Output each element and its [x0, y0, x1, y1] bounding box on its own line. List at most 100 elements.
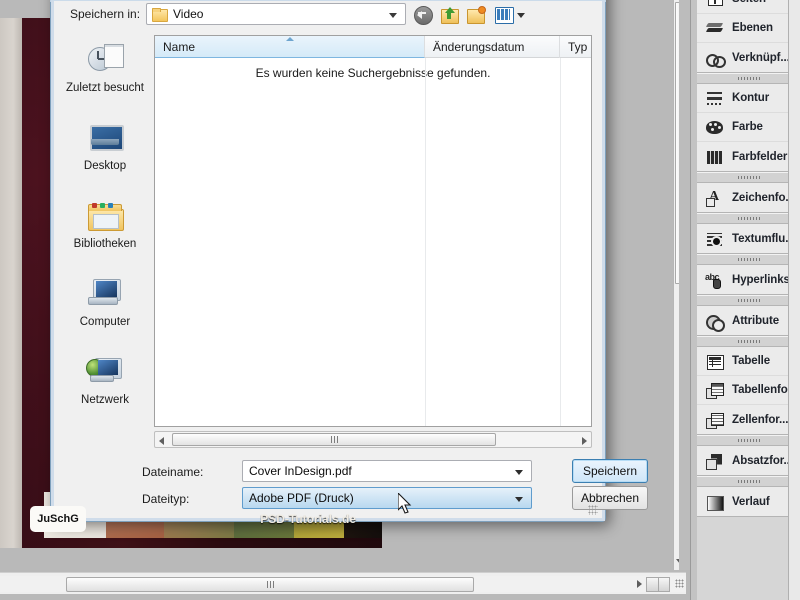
- panel-tab-kontur[interactable]: Kontur: [697, 84, 800, 113]
- panel-group-grip[interactable]: [697, 295, 800, 306]
- table-format-icon: [705, 381, 725, 399]
- panel-tab-zellenfor[interactable]: Zellenfor...: [697, 405, 800, 434]
- panel-group: Hyperlinks: [697, 254, 800, 295]
- filetype-select[interactable]: Adobe PDF (Druck): [242, 487, 532, 509]
- file-list[interactable]: Name Änderungsdatum Typ Es wurden keine …: [154, 35, 592, 427]
- column-header-type[interactable]: Typ: [560, 36, 591, 58]
- dock-vertical-scrollbar[interactable]: [788, 0, 800, 600]
- juschg-rating-badge: JuSchG: [30, 506, 86, 532]
- filename-input[interactable]: Cover InDesign.pdf: [242, 460, 532, 482]
- panel-tab-farbe[interactable]: Farbe: [697, 113, 800, 142]
- panel-tab-label: Attribute: [732, 314, 780, 327]
- panel-group: Verlauf: [697, 476, 800, 517]
- panel-tab-hyperlinks[interactable]: Hyperlinks: [697, 265, 800, 294]
- column-divider-2: [560, 58, 561, 426]
- dialog-body: Speichern in: Video Zuletzt besucht Deskt…: [51, 1, 648, 521]
- column-header-name-label: Name: [163, 40, 196, 54]
- panel-group: Seiten Ebenen Verknüpf...: [697, 0, 800, 73]
- back-icon[interactable]: [412, 4, 434, 25]
- panel-tab-farbfelder[interactable]: Farbfelder: [697, 142, 800, 171]
- save-button[interactable]: Speichern: [572, 459, 648, 483]
- empty-results-message: Es wurden keine Suchergebnisse gefunden.: [255, 66, 491, 80]
- place-item-computer[interactable]: Computer: [62, 269, 148, 347]
- panel-tab-label: Zellenfor...: [732, 413, 789, 426]
- computer-icon: [84, 275, 126, 313]
- cancel-button[interactable]: Abbrechen: [572, 486, 648, 510]
- file-list-hscroll-thumb[interactable]: [172, 433, 496, 446]
- panel-tab-tabelle[interactable]: Tabelle: [697, 347, 800, 376]
- dialog-resize-grip-icon[interactable]: [588, 505, 598, 515]
- panel-tab-label: Absatzfor...: [732, 454, 793, 467]
- filename-label: Dateiname:: [142, 465, 204, 479]
- panel-group-grip[interactable]: [697, 213, 800, 224]
- place-item-bibliotheken[interactable]: Bibliotheken: [62, 191, 148, 269]
- place-item-netzwerk[interactable]: Netzwerk: [62, 347, 148, 425]
- panel-group-grip[interactable]: [697, 476, 800, 487]
- save-as-dialog: Speichern in: Video Zuletzt besucht Deskt…: [50, 0, 648, 522]
- attributes-icon: [705, 312, 725, 332]
- column-header-modified[interactable]: Änderungsdatum: [425, 36, 560, 58]
- look-in-combobox[interactable]: Video: [146, 3, 406, 25]
- text-wrap-icon: [705, 230, 725, 248]
- panel-tab-ebenen[interactable]: Ebenen: [697, 14, 800, 43]
- indesign-workspace: JuSchG PSD-Tutorials.de PSD-TUTORIALS.de…: [0, 0, 800, 600]
- new-folder-icon[interactable]: [466, 4, 488, 25]
- panel-tab-label: Verknüpf...: [732, 51, 790, 64]
- chevron-down-icon[interactable]: [515, 470, 523, 475]
- panel-tab-zeichenfo[interactable]: Zeichenfo...: [697, 183, 800, 212]
- pages-icon: [705, 0, 725, 8]
- file-list-horizontal-scrollbar[interactable]: [154, 431, 592, 448]
- panel-group-grip[interactable]: [697, 435, 800, 446]
- panel-tab-label: Textumflu...: [732, 232, 795, 245]
- panel-tab-label: Verlauf: [732, 495, 770, 508]
- chevron-right-icon[interactable]: [637, 580, 642, 588]
- panel-group-grip[interactable]: [697, 172, 800, 183]
- place-item-label: Computer: [79, 316, 131, 328]
- place-item-label: Bibliotheken: [73, 238, 137, 250]
- panel-dock: Seiten Ebenen Verknüpf... Kontur Farbe Farbfe…: [690, 0, 800, 600]
- panel-group-grip[interactable]: [697, 336, 800, 347]
- sort-ascending-icon: [285, 37, 294, 41]
- cover-brand-text: PSD-Tutorials.de: [260, 512, 356, 526]
- places-bar: Zuletzt besucht Desktop Bibliotheken Comput…: [62, 35, 148, 425]
- panel-tab-absatzfor[interactable]: Absatzfor...: [697, 446, 800, 475]
- panel-tab-label: Hyperlinks: [732, 273, 790, 286]
- place-item-zuletzt-besucht[interactable]: Zuletzt besucht: [62, 35, 148, 113]
- cover-spine: PSD-TUTORIALS.de - InDesign-Training - B…: [0, 18, 22, 548]
- column-header-modified-label: Änderungsdatum: [433, 40, 525, 54]
- panel-tab-tabellenfo[interactable]: Tabellenfo...: [697, 376, 800, 405]
- views-icon[interactable]: [494, 4, 528, 25]
- panel-tab-textumflu[interactable]: Textumflu...: [697, 224, 800, 253]
- layers-icon: [705, 19, 725, 37]
- chevron-down-icon[interactable]: [389, 13, 397, 18]
- chevron-left-icon[interactable]: [159, 437, 164, 445]
- column-divider-1: [425, 58, 426, 426]
- stroke-icon: [705, 89, 725, 107]
- column-header-name[interactable]: Name: [155, 36, 425, 58]
- panel-tab-seiten[interactable]: Seiten: [697, 0, 800, 14]
- canvas-hscroll-thumb[interactable]: [66, 577, 474, 592]
- panel-tab-label: Tabelle: [732, 355, 771, 367]
- chevron-right-icon[interactable]: [582, 437, 587, 445]
- filetype-label: Dateityp:: [142, 492, 190, 506]
- links-icon: [705, 49, 726, 68]
- page-step-buttons[interactable]: [646, 577, 670, 592]
- panel-tab-verlauf[interactable]: Verlauf: [697, 487, 800, 516]
- character-format-icon: [705, 189, 725, 207]
- place-item-desktop[interactable]: Desktop: [62, 113, 148, 191]
- desktop-icon: [84, 119, 126, 157]
- chevron-down-icon[interactable]: [515, 497, 523, 502]
- canvas-horizontal-scrollbar[interactable]: [0, 572, 686, 594]
- panel-group-grip[interactable]: [697, 73, 800, 84]
- panel-tab-label: Zeichenfo...: [732, 191, 795, 204]
- place-item-label: Netzwerk: [81, 394, 129, 406]
- folder-icon: [152, 8, 168, 22]
- panel-tab-attribute[interactable]: Attribute: [697, 306, 800, 335]
- panel-group-grip[interactable]: [697, 254, 800, 265]
- file-list-header: Name Änderungsdatum Typ: [155, 36, 591, 58]
- look-in-row: Speichern in: Video: [54, 1, 602, 33]
- panel-tab-verkn-pf[interactable]: Verknüpf...: [697, 43, 800, 72]
- resize-grip-icon[interactable]: [675, 579, 684, 588]
- up-folder-icon[interactable]: [439, 4, 461, 25]
- dock-shade: [679, 0, 690, 570]
